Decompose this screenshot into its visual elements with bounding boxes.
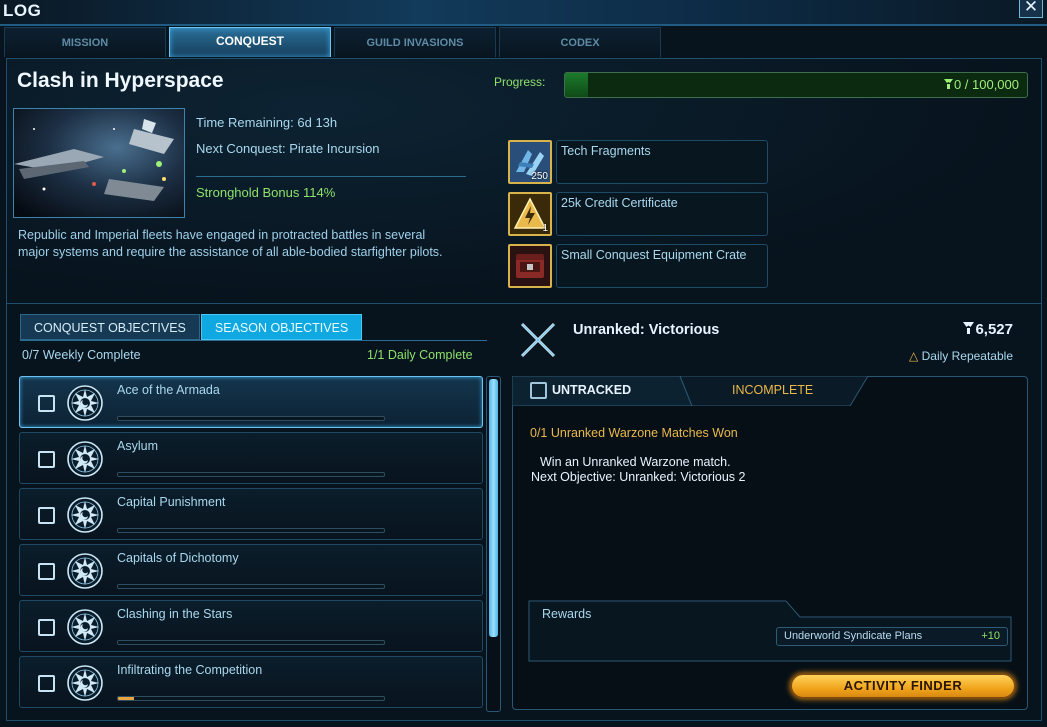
conquest-points-icon <box>943 79 953 89</box>
objective-progress-bar <box>117 584 385 589</box>
conquest-emblem-icon <box>66 664 104 702</box>
rewards-label: Rewards <box>542 607 592 621</box>
objective-name: Infiltrating the Competition <box>117 663 263 677</box>
task-description: Win an Unranked Warzone match. <box>540 455 731 469</box>
conquest-progress-bar: 0 / 100,000 <box>564 72 1028 98</box>
objective-name: Asylum <box>117 439 158 453</box>
progress-fill <box>118 697 134 700</box>
credit-certificate-icon: 1 <box>508 192 552 236</box>
daily-complete: 1/1 Daily Complete <box>367 348 473 362</box>
objective-title: Unranked: Victorious <box>573 322 720 338</box>
conquest-description: Republic and Imperial fleets have engage… <box>18 228 443 259</box>
objective-progress-bar <box>117 528 385 533</box>
objective-checkbox[interactable] <box>38 563 55 580</box>
objective-list: Ace of the Armada Asylum Capital Punishmen… <box>19 376 483 712</box>
tab-guild-invasions[interactable]: GUILD INVASIONS <box>334 27 496 57</box>
scroll-thumb[interactable] <box>489 379 498 637</box>
objective-progress-bar <box>117 696 385 701</box>
objective-row[interactable]: Clashing in the Stars <box>19 600 483 652</box>
repeat-label: △ Daily Repeatable <box>909 349 1013 363</box>
divider <box>196 176 466 177</box>
objective-checkbox[interactable] <box>38 619 55 636</box>
divider <box>20 340 487 341</box>
objective-checkbox[interactable] <box>38 675 55 692</box>
objective-row[interactable]: Asylum <box>19 432 483 484</box>
equipment-crate-icon <box>508 244 552 288</box>
conquest-title: Clash in Hyperspace <box>17 69 224 92</box>
tab-codex[interactable]: CODEX <box>499 27 661 57</box>
stronghold-bonus: Stronghold Bonus 114% <box>196 185 336 200</box>
conquest-points-icon <box>963 322 975 334</box>
conquest-emblem-icon <box>66 384 104 422</box>
objective-checkbox[interactable] <box>38 395 55 412</box>
reward-item[interactable]: 250 Tech Fragments <box>508 140 768 184</box>
objective-checkbox[interactable] <box>38 507 55 524</box>
title-bar: LOG ✕ <box>0 0 1047 24</box>
progress-value: 0 / 100,000 <box>943 77 1019 92</box>
objective-row[interactable]: Ace of the Armada <box>19 376 483 428</box>
reward-row[interactable]: Underworld Syndicate Plans +10 <box>776 627 1008 646</box>
activity-finder-button[interactable]: ACTIVITY FINDER <box>790 673 1016 699</box>
weekly-complete: 0/7 Weekly Complete <box>22 348 141 362</box>
progress-label: Progress: <box>494 75 546 89</box>
objective-checkbox[interactable] <box>38 451 55 468</box>
conquest-emblem-icon <box>66 440 104 478</box>
reward-value: +10 <box>981 630 1000 642</box>
objective-row[interactable]: Infiltrating the Competition <box>19 656 483 708</box>
track-checkbox[interactable] <box>530 382 547 399</box>
objective-progress-bar <box>117 416 385 421</box>
objective-tabs: CONQUEST OBJECTIVES SEASON OBJECTIVES <box>20 314 363 340</box>
objective-name: Capital Punishment <box>117 495 226 509</box>
objective-name: Clashing in the Stars <box>117 607 233 621</box>
tab-conquest-objectives[interactable]: CONQUEST OBJECTIVES <box>20 314 200 340</box>
tab-season-objectives[interactable]: SEASON OBJECTIVES <box>200 314 363 340</box>
objective-name: Ace of the Armada <box>117 383 220 397</box>
window-title: LOG <box>3 1 42 20</box>
objective-progress-bar <box>117 640 385 645</box>
reward-name: Tech Fragments <box>561 144 651 158</box>
objective-scrollbar[interactable] <box>486 376 501 712</box>
progress-fill <box>565 73 589 97</box>
tab-mission[interactable]: MISSION <box>4 27 166 57</box>
main-tabs: MISSION CONQUEST GUILD INVASIONS CODEX <box>4 27 664 57</box>
tech-fragments-icon: 250 <box>508 140 552 184</box>
objective-progress-bar <box>117 472 385 477</box>
time-remaining: Time Remaining: 6d 13h <box>196 115 338 130</box>
reward-item[interactable]: Small Conquest Equipment Crate <box>508 244 768 288</box>
conquest-emblem-icon <box>66 496 104 534</box>
next-conquest: Next Conquest: Pirate Incursion <box>196 141 380 156</box>
reward-item[interactable]: 1 25k Credit Certificate <box>508 192 768 236</box>
conquest-emblem-icon <box>66 608 104 646</box>
tab-conquest[interactable]: CONQUEST <box>169 27 331 57</box>
next-objective: Next Objective: Unranked: Victorious 2 <box>531 470 746 484</box>
objective-row[interactable]: Capitals of Dichotomy <box>19 544 483 596</box>
completion-status: INCOMPLETE <box>732 383 814 397</box>
reward-name: 25k Credit Certificate <box>561 196 678 210</box>
reward-name: Small Conquest Equipment Crate <box>561 248 747 262</box>
conquest-emblem-icon <box>66 552 104 590</box>
objective-name: Capitals of Dichotomy <box>117 551 239 565</box>
warning-triangle-icon: △ <box>909 349 919 363</box>
objective-row[interactable]: Capital Punishment <box>19 488 483 540</box>
task-progress: 0/1 Unranked Warzone Matches Won <box>530 426 738 440</box>
tracked-status[interactable]: UNTRACKED <box>552 383 631 397</box>
close-button[interactable]: ✕ <box>1019 0 1043 18</box>
crossed-sabers-icon <box>518 320 558 360</box>
objective-points: 6,527 <box>962 321 1013 338</box>
conquest-image <box>13 108 185 218</box>
reward-name: Underworld Syndicate Plans <box>784 630 923 642</box>
